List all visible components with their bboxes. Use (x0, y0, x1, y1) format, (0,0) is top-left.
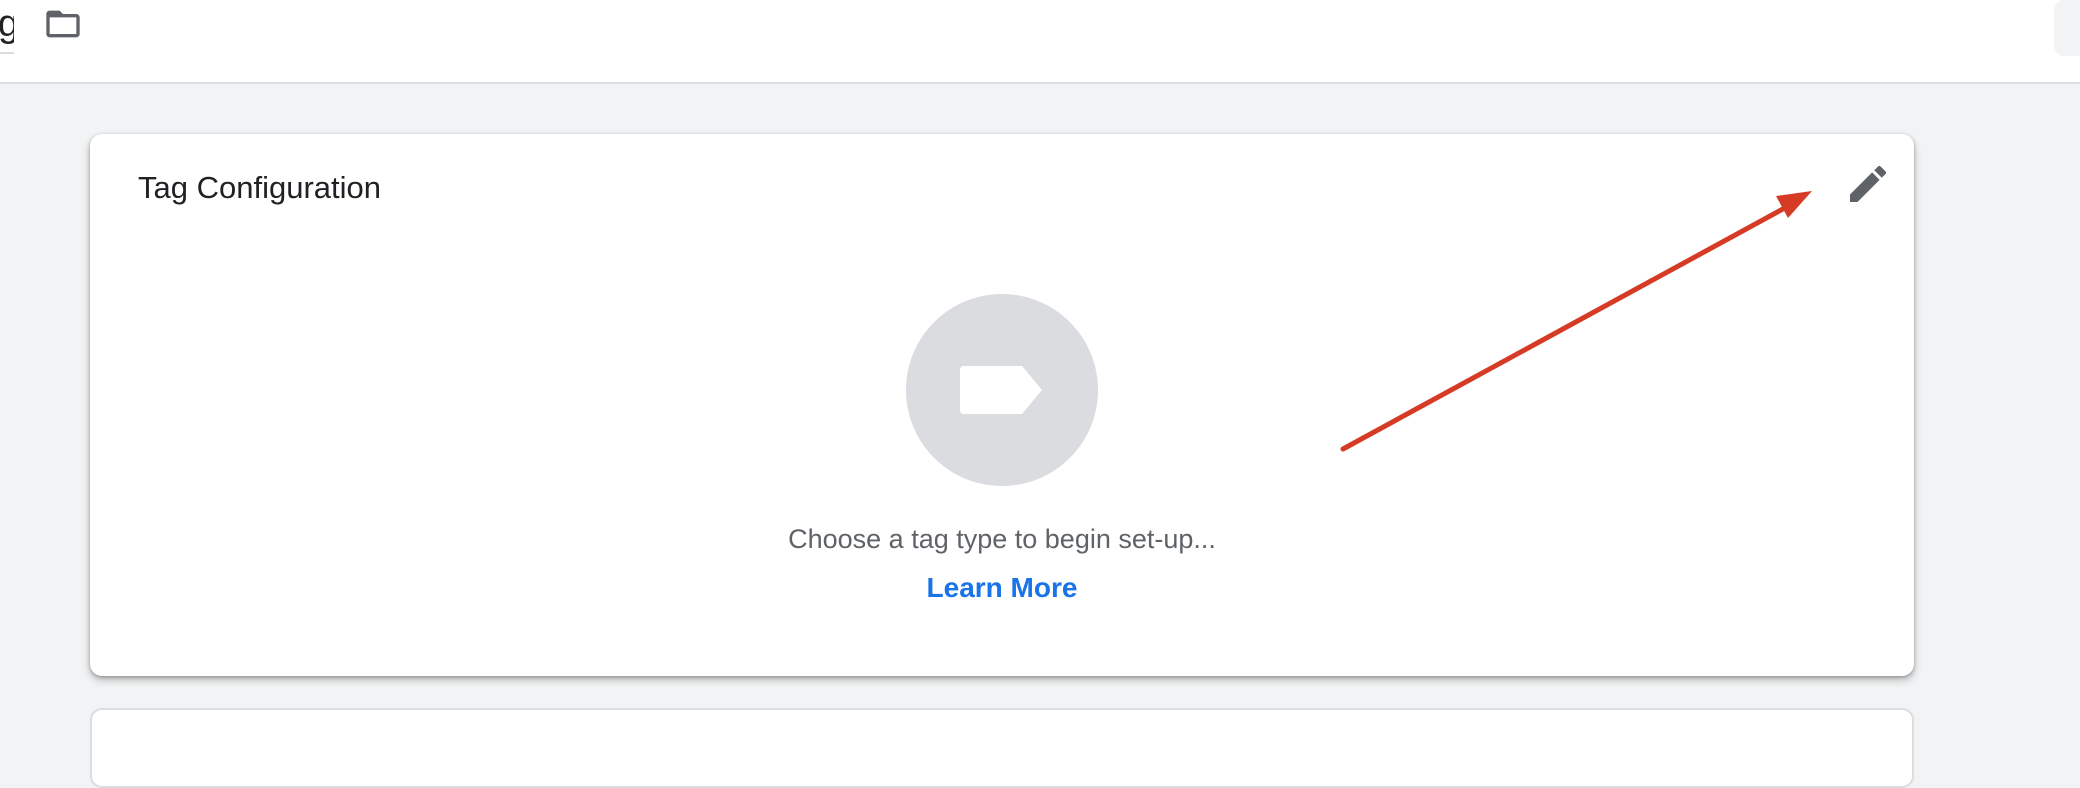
learn-more-link[interactable]: Learn More (927, 572, 1078, 603)
folder-icon[interactable] (40, 4, 86, 44)
empty-state-text: Choose a tag type to begin set-up... (788, 524, 1216, 554)
top-bar: g (0, 0, 2080, 84)
tag-icon (960, 366, 1042, 414)
triggering-card[interactable] (90, 708, 1914, 788)
pencil-icon[interactable] (1844, 160, 1892, 208)
tag-configuration-card[interactable]: Tag Configuration Choose a tag type to b… (90, 134, 1914, 676)
card-title: Tag Configuration (138, 170, 381, 205)
tag-name-field[interactable]: g (0, 2, 14, 54)
tag-type-placeholder[interactable] (906, 294, 1098, 486)
toolbar-edge (2054, 0, 2080, 56)
